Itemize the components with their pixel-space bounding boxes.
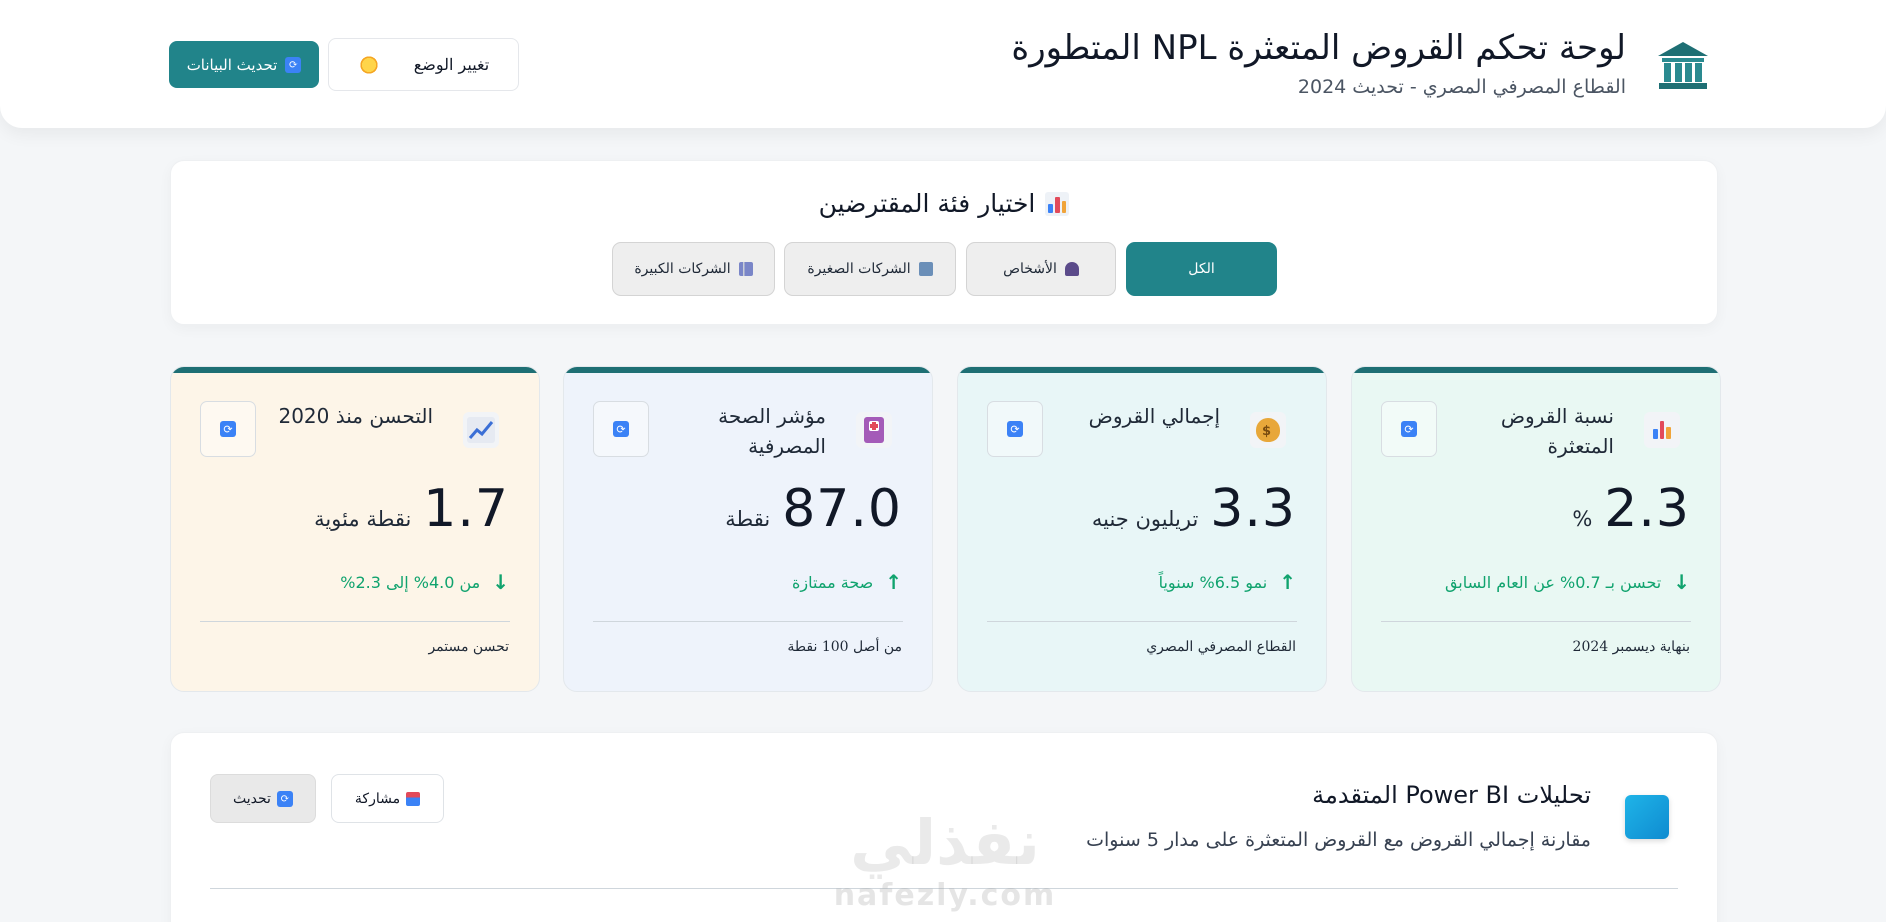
arrow-down-icon: ↓ (1673, 570, 1690, 594)
arrow-down-icon: ↓ (492, 570, 509, 594)
card-refresh-button[interactable]: ⟳ (1381, 401, 1437, 457)
bar-chart-icon (1644, 412, 1680, 448)
theme-button-label: تغيير الوضع (413, 55, 490, 74)
card-footer: من أصل 100 نقطة (787, 639, 902, 655)
selector-title-row: اختيار فئة المقترضين (171, 189, 1717, 218)
kpi-card-total-loans: $ إجمالي القروض ⟳ 3.3 تريليون جنيه ↑ نمو… (957, 366, 1327, 692)
money-bag-icon: $ (1250, 412, 1286, 448)
card-trend: ↑ صحة ممتازة (792, 570, 902, 594)
card-value: 3.3 (1210, 479, 1296, 539)
card-unit: تريليون جنيه (1091, 507, 1199, 531)
segment-all-label: الكل (1188, 261, 1215, 277)
card-trend: ↓ من 4.0% إلى 2.3% (340, 570, 509, 594)
analytics-subtitle: مقارنة إجمالي القروض مع القروض المتعثرة … (1086, 829, 1591, 851)
segment-individuals[interactable]: الأشخاص (966, 242, 1116, 296)
card-value-row: 2.3 % (1572, 479, 1690, 539)
card-top-accent (1352, 367, 1720, 373)
card-unit: نقطة (725, 507, 771, 531)
card-title: إجمالي القروض (1088, 404, 1220, 428)
card-value-row: 3.3 تريليون جنيه (1092, 479, 1296, 539)
sync-icon: ⟳ (285, 56, 302, 73)
sync-icon: ⟳ (613, 421, 629, 437)
sync-icon: ⟳ (276, 790, 293, 807)
card-divider (593, 621, 903, 622)
card-value: 1.7 (423, 479, 509, 539)
update-button-label: تحديث (233, 790, 271, 807)
card-value: 87.0 (782, 479, 902, 539)
page-subtitle: القطاع المصرفي المصري - تحديث 2024 (1297, 76, 1626, 98)
card-refresh-button[interactable]: ⟳ (987, 401, 1043, 457)
card-unit: نقطة مئوية (314, 507, 412, 531)
segment-small-label: الشركات الصغيرة (807, 261, 911, 277)
card-refresh-button[interactable]: ⟳ (593, 401, 649, 457)
selector-title: اختيار فئة المقترضين (818, 189, 1036, 218)
update-chart-button[interactable]: ⟳ تحديث (210, 774, 316, 823)
health-icon (856, 412, 892, 448)
card-trend-text: نمو 6.5% سنوياً (1158, 572, 1268, 592)
segment-large-label: الشركات الكبيرة (634, 261, 731, 277)
card-top-accent (171, 367, 539, 373)
segment-small-companies[interactable]: الشركات الصغيرة (784, 242, 956, 296)
arrow-up-icon: ↑ (885, 570, 902, 594)
segment-individuals-label: الأشخاص (1003, 261, 1057, 277)
card-footer: القطاع المصرفي المصري (1146, 639, 1296, 655)
app-header: لوحة تحكم القروض المتعثرة NPL المتطورة ا… (0, 0, 1886, 128)
theme-toggle-button[interactable]: تغيير الوضع (328, 38, 519, 91)
card-trend-text: صحة ممتازة (792, 572, 874, 592)
kpi-card-bank-health: مؤشر الصحة المصرفية ⟳ 87.0 نقطة ↑ صحة مم… (563, 366, 933, 692)
trend-up-icon (463, 412, 499, 448)
card-title: التحسن منذ 2020 (278, 404, 433, 428)
city-buildings-icon (738, 262, 753, 276)
card-footer: بنهاية ديسمبر 2024 (1572, 639, 1690, 655)
page-title: لوحة تحكم القروض المتعثرة NPL المتطورة (1011, 28, 1626, 68)
card-title: مؤشر الصحة المصرفية (718, 404, 826, 458)
card-value: 2.3 (1604, 479, 1690, 539)
card-value-row: 87.0 نقطة (725, 479, 902, 539)
share-button-label: مشاركة (354, 790, 401, 807)
sync-icon: ⟳ (1007, 421, 1023, 437)
card-footer: تحسن مستمر (428, 639, 509, 655)
card-trend-text: من 4.0% إلى 2.3% (340, 572, 481, 592)
card-top-accent (958, 367, 1326, 373)
share-button[interactable]: مشاركة (331, 774, 444, 823)
person-icon (1064, 262, 1079, 276)
refresh-data-button[interactable]: ⟳ تحديث البيانات (169, 41, 319, 88)
bar-chart-icon (1045, 191, 1070, 216)
card-divider (987, 621, 1297, 622)
card-trend: ↑ نمو 6.5% سنوياً (1159, 570, 1296, 594)
sun-icon (357, 53, 380, 76)
arrow-up-icon: ↑ (1279, 570, 1296, 594)
card-trend: ↓ تحسن بـ 0.7% عن العام السابق (1445, 570, 1690, 594)
kpi-card-npl-ratio: نسبة القروض المتعثرة ⟳ 2.3 % ↓ تحسن بـ 0… (1351, 366, 1721, 692)
share-icon (406, 791, 421, 806)
refresh-button-label: تحديث البيانات (186, 55, 278, 74)
borrower-category-selector: اختيار فئة المقترضين الكل الأشخاص الشركا… (170, 160, 1718, 325)
segment-large-companies[interactable]: الشركات الكبيرة (612, 242, 775, 296)
office-building-icon (918, 262, 933, 276)
analytics-panel: تحليلات Power BI المتقدمة مقارنة إجمالي … (170, 732, 1718, 922)
card-title: نسبة القروض المتعثرة (1500, 404, 1614, 458)
card-refresh-button[interactable]: ⟳ (200, 401, 256, 457)
segment-all[interactable]: الكل (1126, 242, 1277, 296)
bank-icon (1658, 42, 1708, 89)
card-value-row: 1.7 نقطة مئوية (314, 479, 509, 539)
card-top-accent (564, 367, 932, 373)
analytics-title: تحليلات Power BI المتقدمة (1312, 781, 1591, 809)
card-unit: % (1572, 507, 1593, 531)
power-bi-icon (1625, 795, 1669, 839)
card-divider (1381, 621, 1691, 622)
panel-divider (210, 888, 1678, 889)
card-divider (200, 621, 510, 622)
sync-icon: ⟳ (1401, 421, 1417, 437)
sync-icon: ⟳ (220, 421, 236, 437)
kpi-card-improvement: التحسن منذ 2020 ⟳ 1.7 نقطة مئوية ↓ من 4.… (170, 366, 540, 692)
card-trend-text: تحسن بـ 0.7% عن العام السابق (1444, 572, 1662, 592)
